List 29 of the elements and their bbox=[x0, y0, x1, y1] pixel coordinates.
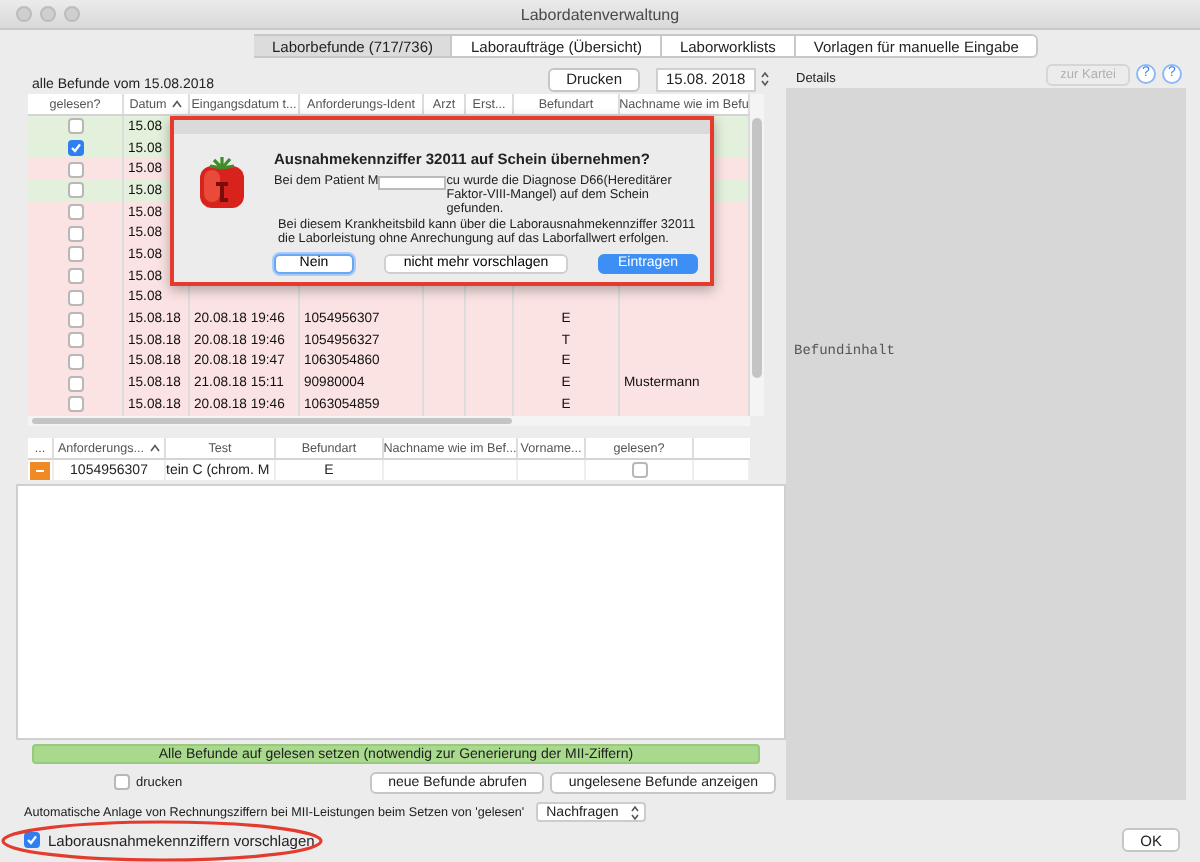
chevron-icon bbox=[630, 803, 641, 821]
checkbox[interactable] bbox=[67, 332, 83, 349]
redaction-box bbox=[378, 175, 447, 189]
vertical-scrollbar[interactable] bbox=[750, 94, 764, 416]
checkbox[interactable] bbox=[67, 396, 83, 413]
checkbox[interactable] bbox=[114, 774, 130, 790]
checkbox[interactable] bbox=[631, 462, 647, 478]
checkbox[interactable] bbox=[67, 353, 83, 370]
checkbox[interactable] bbox=[67, 246, 83, 263]
minimize-button[interactable] bbox=[40, 6, 56, 22]
horizontal-scrollbar[interactable] bbox=[28, 416, 750, 426]
checkbox[interactable] bbox=[67, 204, 83, 221]
zoom-button[interactable] bbox=[64, 6, 80, 22]
tomato-logo-icon bbox=[198, 156, 246, 210]
checkbox[interactable] bbox=[67, 289, 83, 306]
checkbox[interactable] bbox=[67, 375, 83, 392]
checkbox[interactable] bbox=[67, 311, 83, 328]
checkbox[interactable] bbox=[67, 140, 83, 157]
close-button[interactable] bbox=[16, 6, 32, 22]
sort-caret-icon bbox=[172, 100, 183, 108]
checkbox[interactable] bbox=[67, 161, 83, 178]
stepper-icon[interactable] bbox=[760, 70, 770, 88]
checkbox[interactable] bbox=[67, 118, 83, 135]
checkbox[interactable] bbox=[67, 182, 83, 199]
checkbox[interactable] bbox=[67, 268, 83, 285]
sort-caret-icon bbox=[150, 444, 161, 452]
checkbox[interactable] bbox=[67, 225, 83, 242]
checkbox[interactable] bbox=[24, 832, 40, 848]
window-title: Labordatenverwaltung bbox=[520, 5, 680, 23]
